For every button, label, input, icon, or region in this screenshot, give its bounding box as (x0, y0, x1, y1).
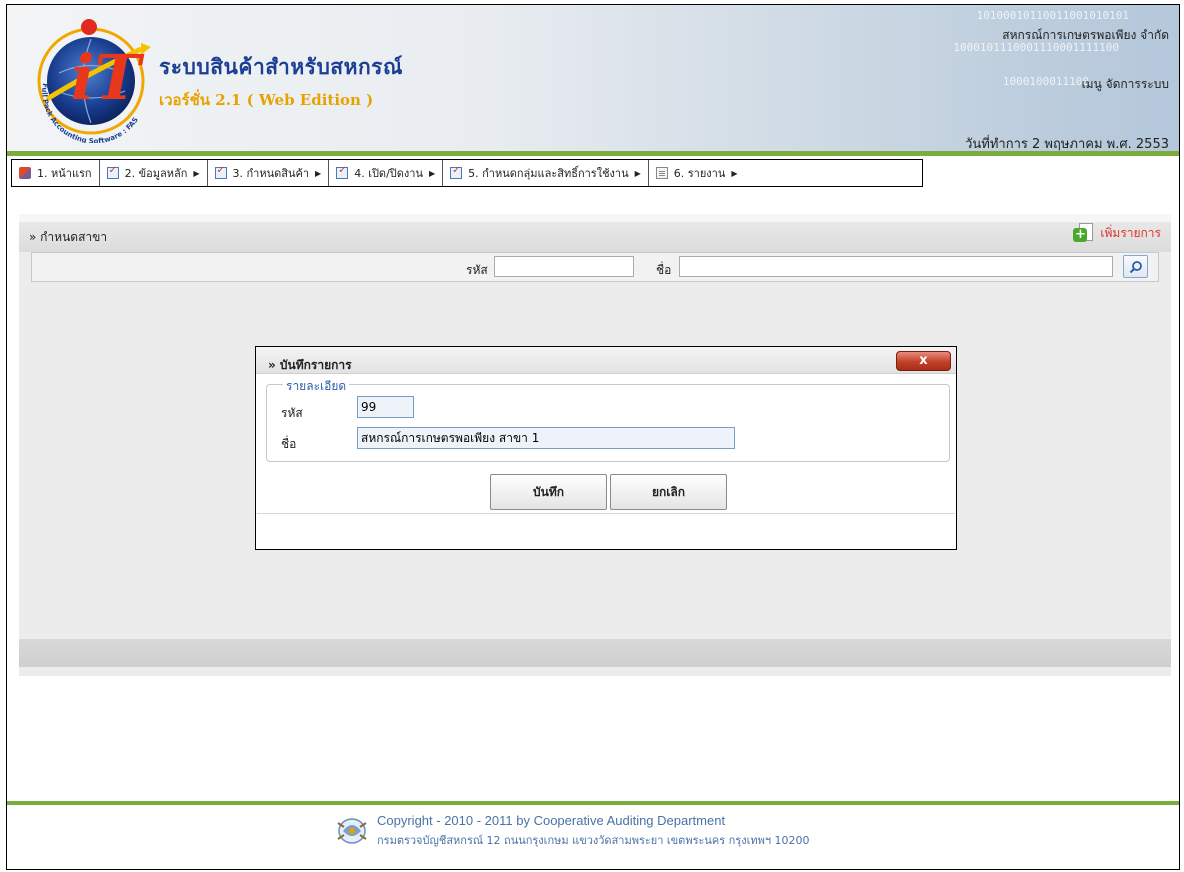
submenu-arrow-icon: ▶ (193, 168, 200, 178)
menu-item-permissions[interactable]: 5. กำหนดกลุ่มและสิทธิ์การใช้งาน ▶ (443, 160, 649, 186)
search-bar: รหัส ชื่อ (31, 252, 1159, 282)
header-divider (7, 151, 1179, 156)
details-legend: รายละเอียด (283, 377, 350, 396)
menu-item-label: 5. กำหนดกลุ่มและสิทธิ์การใช้งาน (468, 167, 629, 180)
dialog-titlebar: » บันทึกรายการ x (256, 347, 956, 374)
checklist-icon (336, 165, 349, 179)
app-version: เวอร์ชั่น 2.1 ( Web Edition ) (159, 91, 374, 109)
search-icon (1129, 261, 1142, 274)
submenu-arrow-icon: ▶ (315, 168, 322, 178)
app-title: ระบบสินค้าสำหรับสหกรณ์ (159, 55, 403, 79)
checklist-icon (214, 165, 227, 179)
name-field[interactable] (357, 427, 735, 449)
menu-item-label: 2. ข้อมูลหลัก (124, 167, 188, 180)
binary-decoration: 10100010110011001010101 (976, 9, 1129, 22)
cancel-button[interactable]: ยกเลิก (610, 474, 727, 510)
binary-decoration: 1000100011100 (1002, 75, 1089, 88)
menu-item-reports[interactable]: 6. รายงาน ▶ (649, 160, 745, 186)
close-icon: x (919, 353, 928, 368)
home-icon (19, 167, 31, 179)
app-window: 10100010110011001010101 1000101110001110… (6, 4, 1180, 870)
submenu-arrow-icon: ▶ (731, 168, 738, 178)
code-field[interactable] (357, 396, 414, 418)
submenu-arrow-icon: ▶ (634, 168, 641, 178)
panel-top-strip (19, 214, 1171, 222)
menu-item-products[interactable]: 3. กำหนดสินค้า ▶ (208, 160, 330, 186)
details-fieldset: รายละเอียด รหัส ชื่อ (266, 377, 950, 462)
search-button[interactable] (1123, 255, 1148, 278)
panel-footer (19, 639, 1171, 667)
add-item-label: เพิ่มรายการ (1100, 225, 1161, 240)
menu-item-label: 1. หน้าแรก (37, 167, 92, 180)
search-code-input[interactable] (494, 256, 634, 277)
menu-item-label: 4. เปิด/ปิดงาน (354, 167, 423, 180)
menu-item-label: 6. รายงาน (673, 167, 726, 180)
menu-title: เมนู จัดการระบบ (1081, 77, 1169, 91)
record-dialog: » บันทึกรายการ x รายละเอียด รหัส ชื่อ บั… (255, 346, 957, 550)
app-header: 10100010110011001010101 1000101110001110… (7, 5, 1179, 153)
panel-title: » กำหนดสาขา (29, 230, 108, 244)
search-name-label: ชื่อ (656, 263, 672, 277)
logo-letters: iT (71, 41, 145, 114)
add-item-button[interactable]: + เพิ่มรายการ (1073, 222, 1161, 244)
checklist-icon (450, 165, 463, 179)
add-document-icon: + (1073, 222, 1095, 244)
dialog-title: » บันทึกรายการ (268, 358, 352, 372)
it-logo: iT Full Pack Accounting Software : FAS (37, 19, 151, 143)
checklist-icon (106, 165, 119, 179)
close-button[interactable]: x (896, 351, 951, 371)
name-label: ชื่อ (281, 437, 297, 451)
search-name-input[interactable] (679, 256, 1113, 277)
footer-divider (7, 801, 1179, 805)
address-text: กรมตรวจบัญชีสหกรณ์ 12 ถนนกรุงเกษม แขวงวั… (377, 834, 810, 847)
department-seal-icon (337, 818, 367, 844)
menu-item-label: 3. กำหนดสินค้า (232, 167, 310, 180)
copyright-text: Copyright - 2010 - 2011 by Cooperative A… (377, 813, 726, 828)
document-icon (655, 167, 668, 179)
menu-item-master-data[interactable]: 2. ข้อมูลหลัก ▶ (100, 160, 208, 186)
search-code-label: รหัส (466, 263, 488, 277)
menu-item-open-close[interactable]: 4. เปิด/ปิดงาน ▶ (329, 160, 444, 186)
code-label: รหัส (281, 406, 303, 420)
main-menu: 1. หน้าแรก 2. ข้อมูลหลัก ▶ 3. กำหนดสินค้… (11, 159, 923, 187)
menu-item-home[interactable]: 1. หน้าแรก (12, 160, 100, 186)
save-button[interactable]: บันทึก (490, 474, 607, 510)
organization-name: สหกรณ์การเกษตรพอเพียง จำกัด (1002, 28, 1169, 42)
submenu-arrow-icon: ▶ (428, 168, 436, 178)
panel-header (19, 222, 1171, 252)
dialog-button-bar: บันทึก ยกเลิก (257, 469, 955, 514)
